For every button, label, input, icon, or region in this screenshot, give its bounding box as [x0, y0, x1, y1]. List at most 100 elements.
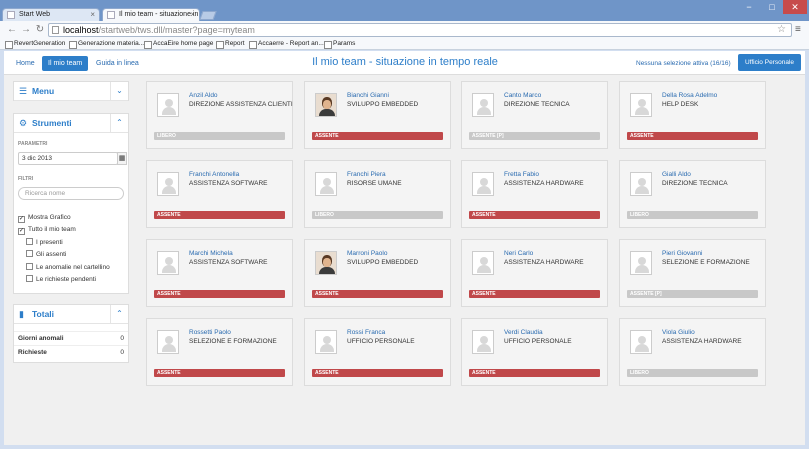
team-member-card[interactable]: Fretta Fabio ASSISTENZA HARDWARE ASSENTE [461, 160, 608, 228]
checkbox[interactable] [26, 263, 33, 270]
nav-online-help[interactable]: Guida in linea [90, 56, 145, 71]
member-name[interactable]: Verdi Claudia [504, 329, 543, 336]
member-name[interactable]: Marroni Paolo [347, 250, 387, 257]
check-label: Le richieste pendenti [36, 276, 96, 283]
checkbox[interactable]: ✓ [18, 228, 25, 235]
member-name[interactable]: Della Rosa Adelmo [662, 92, 717, 99]
bookmark-item[interactable]: RevertGeneration [4, 39, 65, 49]
new-tab-button[interactable] [199, 11, 217, 20]
check-absent[interactable]: Gli assenti [26, 250, 66, 259]
check-label: I presenti [36, 239, 63, 246]
check-present[interactable]: I presenti [26, 238, 63, 247]
check-show-chart[interactable]: ✓ Mostra Grafico [18, 213, 71, 223]
checkbox[interactable] [26, 250, 33, 257]
check-label: Gli assenti [36, 251, 67, 258]
member-name[interactable]: Rossetti Paolo [189, 329, 231, 336]
team-member-card[interactable]: Franchi Piera RISORSE UMANE LIBERO [304, 160, 451, 228]
member-photo [315, 251, 337, 275]
user-placeholder-icon [157, 251, 179, 275]
minimize-button[interactable]: − [737, 0, 761, 14]
team-member-card[interactable]: Bianchi Gianni SVILUPPO EMBEDDED ASSENTE [304, 81, 451, 149]
team-member-card[interactable]: Canto Marco DIREZIONE TECNICA ASSENTE [P] [461, 81, 608, 149]
member-name[interactable]: Franchi Piera [347, 171, 386, 178]
member-name[interactable]: Anzil Aldo [189, 92, 218, 99]
bar-chart-icon: ▮ [19, 309, 24, 319]
status-badge: ASSENTE [154, 290, 285, 298]
member-department: SELEZIONE E FORMAZIONE [662, 259, 750, 266]
user-placeholder-icon [630, 93, 652, 117]
team-member-card[interactable]: Anzil Aldo DIREZIONE ASSISTENZA CLIENTI LI… [146, 81, 293, 149]
team-member-card[interactable]: Rossi Franca UFFICIO PERSONALE ASSENTE [304, 318, 451, 386]
member-name[interactable]: Viola Giulio [662, 329, 695, 336]
star-icon[interactable]: ☆ [777, 24, 786, 36]
team-member-card[interactable]: Franchi Antonella ASSISTENZA SOFTWARE ASSE… [146, 160, 293, 228]
tools-panel-header[interactable]: ⚙ Strumenti ⌃ [14, 114, 128, 133]
user-placeholder-icon [472, 330, 494, 354]
member-department: ASSISTENZA HARDWARE [504, 259, 584, 266]
member-name[interactable]: Bianchi Gianni [347, 92, 389, 99]
member-name[interactable]: Pieri Giovanni [662, 250, 702, 257]
totals-row-requests: Richieste 0 [14, 345, 128, 358]
team-member-card[interactable]: Verdi Claudia UFFICIO PERSONALE ASSENTE [461, 318, 608, 386]
member-name[interactable]: Canto Marco [504, 92, 541, 99]
member-name[interactable]: Fretta Fabio [504, 171, 539, 178]
chevron-up-icon[interactable]: ⌃ [110, 114, 128, 132]
team-member-card[interactable]: Rossetti Paolo SELEZIONE E FORMAZIONE ASSE… [146, 318, 293, 386]
totals-panel-header[interactable]: ▮ Totali ⌃ [14, 305, 128, 324]
bookmark-item[interactable]: Generazione materia... [68, 39, 144, 49]
filters-label: FILTRI [18, 176, 34, 182]
office-button[interactable]: Ufficio Personale [738, 54, 801, 71]
team-member-card[interactable]: Marchi Michela ASSISTENZA SOFTWARE ASSENTE [146, 239, 293, 307]
member-department: SVILUPPO EMBEDDED [347, 259, 419, 266]
member-department: UFFICIO PERSONALE [504, 338, 572, 345]
maximize-button[interactable]: □ [760, 0, 784, 14]
back-arrow-icon[interactable]: ← [6, 24, 18, 36]
team-member-card[interactable]: Gialli Aldo DIREZIONE TECNICA LIBERO [619, 160, 766, 228]
window-close-button[interactable]: ✕ [783, 0, 807, 14]
member-name[interactable]: Rossi Franca [347, 329, 385, 336]
tab-start-web[interactable]: Start Web × [2, 8, 100, 21]
team-member-card[interactable]: Pieri Giovanni SELEZIONE E FORMAZIONE ASSE… [619, 239, 766, 307]
check-pending-requests[interactable]: Le richieste pendenti [26, 275, 96, 284]
tab-my-team[interactable]: Il mio team - situazione in × [102, 8, 200, 21]
member-photo [315, 93, 337, 117]
date-field[interactable]: 3 dic 2013 [18, 152, 118, 165]
close-icon[interactable]: × [190, 9, 195, 21]
checkbox[interactable]: ✓ [18, 216, 25, 223]
team-member-card[interactable]: Della Rosa Adelmo HELP DESK ASSENTE [619, 81, 766, 149]
nav-home[interactable]: Home [10, 56, 41, 71]
menu-panel-header[interactable]: ☰ Menu ⌄ [14, 82, 128, 101]
forward-arrow-icon[interactable]: → [20, 24, 32, 36]
reload-icon[interactable]: ↻ [34, 24, 46, 36]
team-member-card[interactable]: Marroni Paolo SVILUPPO EMBEDDED ASSENTE [304, 239, 451, 307]
bookmark-item[interactable]: Params [323, 39, 355, 49]
tools-panel: ⚙ Strumenti ⌃ PARAMETRI 3 dic 2013 ▦ FIL… [13, 113, 129, 294]
member-name[interactable]: Marchi Michela [189, 250, 233, 257]
chevron-up-icon[interactable]: ⌃ [110, 305, 128, 323]
bookmark-item[interactable]: AccaEire home page [143, 39, 213, 49]
team-member-card[interactable]: Neri Carlo ASSISTENZA HARDWARE ASSENTE [461, 239, 608, 307]
member-name[interactable]: Gialli Aldo [662, 171, 691, 178]
member-name[interactable]: Neri Carlo [504, 250, 533, 257]
address-bar[interactable]: localhost/startweb/tws.dll/master?page=m… [48, 23, 792, 37]
bookmark-item[interactable]: Accaerre - Report an... [248, 39, 324, 49]
team-member-card[interactable]: Viola Giulio ASSISTENZA HARDWARE LIBERO [619, 318, 766, 386]
checkbox[interactable] [26, 238, 33, 245]
check-all-team[interactable]: ✓ Tutto il mio team [18, 225, 76, 235]
member-name[interactable]: Franchi Antonella [189, 171, 239, 178]
chevron-down-icon[interactable]: ⌄ [110, 82, 128, 100]
bookmark-item[interactable]: Report [215, 39, 245, 49]
search-name-input[interactable]: Ricerca nome [18, 187, 124, 200]
browser-toolbar: ← → ↻ localhost/startweb/tws.dll/master?… [0, 21, 809, 38]
totals-value: 0 [120, 335, 124, 342]
close-icon[interactable]: × [90, 9, 95, 21]
hamburger-menu-icon[interactable]: ≡ [795, 24, 801, 35]
checkbox[interactable] [26, 275, 33, 282]
selection-status[interactable]: Nessuna selezione attiva (16/16) [636, 56, 731, 71]
check-anomalies[interactable]: Le anomalie nel cartellino [26, 263, 110, 272]
status-badge: ASSENTE [P] [627, 290, 758, 298]
member-department: HELP DESK [662, 101, 699, 108]
calendar-icon[interactable]: ▦ [117, 152, 127, 165]
nav-my-team[interactable]: Il mio team [42, 56, 89, 71]
totals-row-anomalies: Giorni anomali 0 [14, 331, 128, 344]
